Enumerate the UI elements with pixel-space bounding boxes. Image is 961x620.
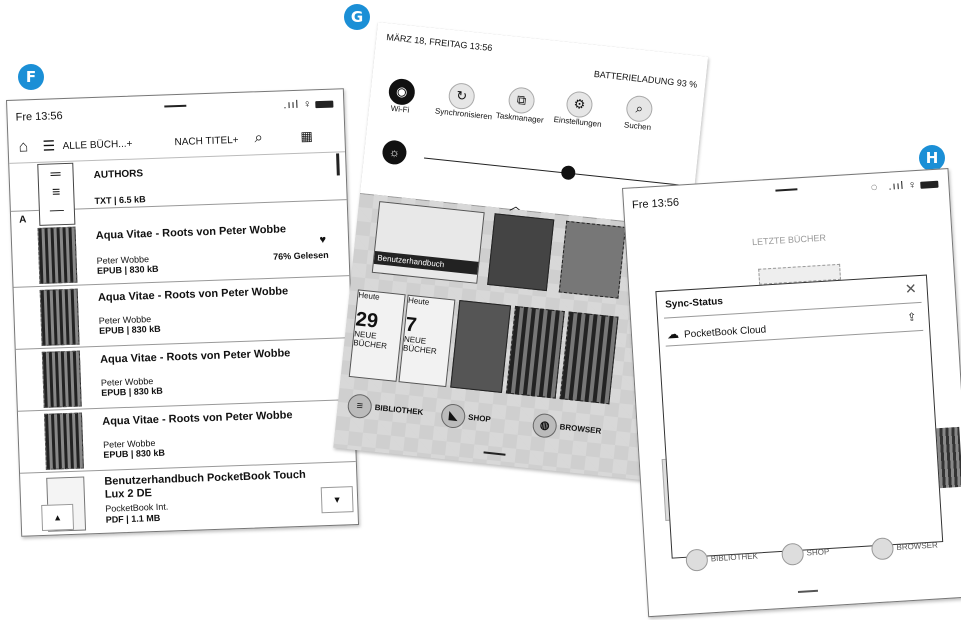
- frontlight-icon[interactable]: ☼: [381, 139, 408, 166]
- home-icon[interactable]: ⌂: [18, 138, 28, 156]
- nav-shop[interactable]: ◣ SHOP: [440, 402, 492, 432]
- wifi-toggle[interactable]: ◉ Wi-Fi: [375, 76, 428, 116]
- clock: Fre 13:56: [631, 196, 680, 212]
- nav-library[interactable]: ≡ BIBLIOTHEK: [346, 393, 425, 425]
- nav-browser[interactable]: BROWSER: [870, 534, 939, 561]
- taskmanager-button[interactable]: ⧉ Taskmanager: [494, 85, 547, 125]
- page-up-button[interactable]: ▲: [41, 503, 75, 532]
- search-button[interactable]: ⌕ Suchen: [612, 93, 665, 133]
- sync-status-screen: Fre 13:56 ◌ .ııl ♀ LETZTE BÜCHER Sync-Sta…: [622, 168, 961, 618]
- close-icon[interactable]: ✕: [904, 280, 917, 298]
- book-thumbnail[interactable]: [487, 213, 555, 292]
- cloud-sync-item[interactable]: ☁ PocketBook Cloud: [667, 321, 767, 341]
- sync-spinner-icon: ◌: [870, 181, 879, 194]
- document-icon: ═ ≡ —: [37, 162, 76, 226]
- slider-knob[interactable]: [560, 165, 576, 181]
- status-icons: .ııl ♀: [283, 98, 334, 111]
- filter-dropdown[interactable]: ALLE BÜCH...+: [62, 139, 132, 152]
- book-title: Aqua Vitae - Roots von Peter Wobbe: [102, 409, 293, 428]
- sync-button[interactable]: ↻ Synchronisieren: [435, 81, 493, 121]
- reading-progress: 76% Gelesen: [272, 249, 329, 262]
- book-meta: EPUB | 830 kB: [103, 447, 166, 460]
- nav-shop[interactable]: SHOP: [781, 541, 830, 566]
- book-meta: PDF | 1.1 MB: [105, 512, 161, 525]
- library-icon: [685, 548, 709, 572]
- book-thumbnail[interactable]: Benutzerhandbuch: [371, 201, 485, 284]
- brightness-slider[interactable]: [423, 157, 679, 186]
- taskmanager-icon: ⧉: [507, 86, 536, 115]
- pull-handle[interactable]: [164, 104, 187, 108]
- book-cover: [41, 350, 82, 408]
- dialog-title: Sync-Status: [664, 296, 724, 311]
- battery-icon: [315, 100, 334, 108]
- book-meta: EPUB | 830 kB: [96, 263, 159, 276]
- shop-icon: ◣: [440, 402, 467, 430]
- wifi-icon: ◉: [387, 77, 417, 107]
- book-title: Aqua Vitae - Roots von Peter Wobbe: [99, 347, 291, 366]
- browser-icon: [870, 537, 895, 561]
- library-icon: ≡: [346, 393, 373, 420]
- cloud-service-name: PocketBook Cloud: [683, 324, 767, 341]
- battery-status: BATTERIELADUNG 93 %: [593, 68, 698, 90]
- browser-icon: ◍: [531, 412, 558, 439]
- shop-icon: [781, 542, 805, 566]
- clock: Fre 13:56: [15, 110, 63, 124]
- book-list: ═ ≡ — AUTHORS TXT | 6.5 kB A Aqua Vitae - …: [9, 151, 358, 535]
- view-mode-icon[interactable]: ▦: [300, 128, 313, 144]
- book-cover[interactable]: [450, 300, 512, 393]
- book-cover[interactable]: [559, 311, 619, 405]
- label-h-badge: H: [919, 145, 945, 171]
- battery-icon: [920, 180, 939, 189]
- sync-icon: ↻: [447, 81, 476, 111]
- new-books-tile[interactable]: Heute 7 NEUE BÜCHER: [398, 294, 456, 388]
- book-thumbnail[interactable]: [558, 220, 626, 299]
- nav-browser[interactable]: ◍ BROWSER: [531, 412, 603, 443]
- date-time: MÄRZ 18, FREITAG 13:56: [385, 31, 493, 54]
- page-down-button[interactable]: ▼: [320, 486, 354, 514]
- nav-library[interactable]: BIBLIOTHEK: [685, 545, 758, 572]
- label-g-badge: G: [344, 4, 370, 30]
- recent-books-heading: LETZTE BÜCHER: [751, 232, 827, 248]
- book-cover: [39, 288, 80, 346]
- settings-button[interactable]: ⚙ Einstellungen: [552, 89, 605, 129]
- sync-status-dialog: Sync-Status ✕ ☁ PocketBook Cloud ⇪: [655, 274, 944, 559]
- book-meta: EPUB | 830 kB: [101, 385, 163, 398]
- tile-heading: Heute: [407, 295, 430, 307]
- upload-icon: ⇪: [906, 311, 917, 324]
- label-f-badge: F: [18, 64, 44, 90]
- list-item[interactable]: ═ ≡ — AUTHORS TXT | 6.5 kB: [9, 151, 347, 226]
- book-cover[interactable]: [505, 305, 565, 399]
- book-title: Benutzerhandbuch PocketBook Touch: [104, 468, 306, 488]
- tile-label-2: BÜCHER: [352, 338, 388, 351]
- cloud-icon: ☁: [666, 326, 680, 342]
- book-cover: [37, 226, 78, 284]
- book-title: AUTHORS: [93, 168, 144, 181]
- home-handle[interactable]: [483, 451, 506, 456]
- tile-label-2: BÜCHER: [402, 343, 438, 356]
- book-label: Benutzerhandbuch: [373, 250, 479, 275]
- gear-icon: ⚙: [565, 90, 594, 119]
- book-meta: TXT | 6.5 kB: [94, 194, 146, 206]
- book-meta: EPUB | 830 kB: [98, 323, 161, 336]
- library-screen: Fre 13:56 .ııl ♀ ⌂ ☰ ALLE BÜCH...+ NACH …: [6, 88, 360, 537]
- new-books-tile[interactable]: Heute 29 NEUE BÜCHER: [348, 289, 406, 382]
- library-icon[interactable]: ☰: [42, 137, 55, 154]
- book-title-line2: Lux 2 DE: [104, 487, 153, 501]
- heart-icon[interactable]: ♥: [319, 234, 326, 246]
- book-cover: [43, 412, 84, 470]
- book-title: Aqua Vitae - Roots von Peter Wobbe: [97, 285, 289, 304]
- search-icon: ⌕: [625, 94, 654, 124]
- home-handle[interactable]: [797, 589, 819, 594]
- status-icons: ◌ .ııl ♀: [871, 178, 939, 194]
- sort-dropdown[interactable]: NACH TITEL+: [174, 135, 238, 148]
- search-icon[interactable]: ⌕: [254, 129, 263, 146]
- pull-handle[interactable]: [774, 188, 797, 192]
- tile-heading: Heute: [357, 290, 381, 302]
- book-title: Aqua Vitae - Roots von Peter Wobbe: [95, 223, 287, 242]
